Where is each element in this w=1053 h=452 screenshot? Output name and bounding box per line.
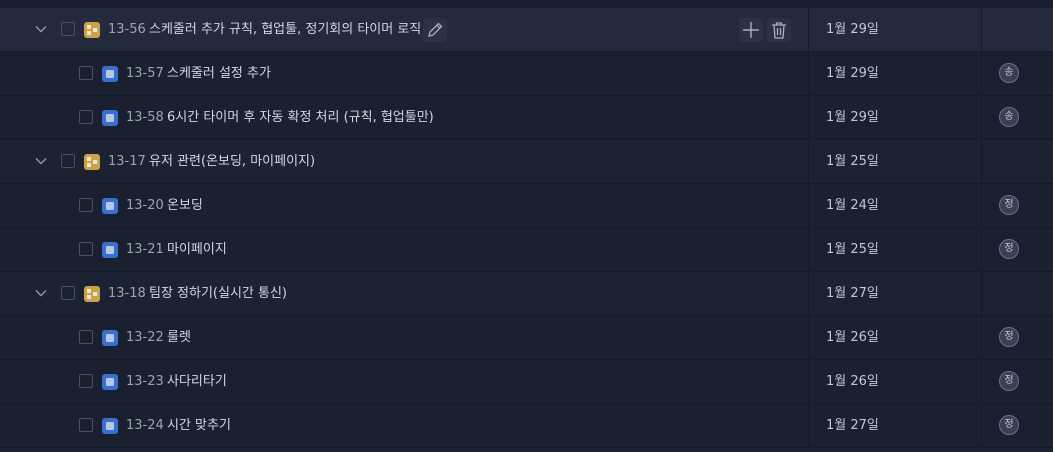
epic-type-icon <box>84 286 100 302</box>
epic-type-icon <box>84 22 100 38</box>
issue-key[interactable]: 13-20 <box>126 184 164 227</box>
trash-icon <box>772 22 786 39</box>
row-checkbox[interactable] <box>79 110 93 124</box>
issue-key[interactable]: 13-21 <box>126 228 164 271</box>
due-date[interactable]: 1월 26일 <box>808 360 981 403</box>
issue-list: 13-56 스케줄러 추가 규칙, 협업툴, 정기회의 타이머 로직 1월 29… <box>0 0 1053 452</box>
assignee-cell[interactable]: 정 <box>981 404 1053 447</box>
issue-cell: 13-57 스케줄러 설정 추가 <box>0 52 808 95</box>
issue-cell: 13-20 온보딩 <box>0 184 808 227</box>
task-row[interactable]: 13-21 마이페이지 1월 25일 정 <box>0 228 1053 272</box>
issue-key[interactable]: 13-22 <box>126 316 164 359</box>
issue-cell: 13-24 시간 맞추기 <box>0 404 808 447</box>
assignee-cell[interactable]: 정 <box>981 228 1053 271</box>
issue-cell: 13-22 룰렛 <box>0 316 808 359</box>
row-checkbox[interactable] <box>61 22 75 36</box>
issue-cell: 13-21 마이페이지 <box>0 228 808 271</box>
task-row[interactable]: 13-23 사다리타기 1월 26일 정 <box>0 360 1053 404</box>
epic-row[interactable]: 13-56 스케줄러 추가 규칙, 협업툴, 정기회의 타이머 로직 1월 29… <box>0 8 1053 52</box>
avatar[interactable]: 정 <box>999 371 1019 391</box>
task-row[interactable]: 13-20 온보딩 1월 24일 정 <box>0 184 1053 228</box>
chevron-down-icon[interactable] <box>35 23 47 35</box>
assignee-cell[interactable]: 정 <box>981 184 1053 227</box>
issue-cell: 13-17 유저 관련(온보딩, 마이페이지) <box>0 140 808 183</box>
row-checkbox[interactable] <box>61 154 75 168</box>
task-row[interactable]: 13-57 스케줄러 설정 추가 1월 29일 송 <box>0 52 1053 96</box>
add-subtask-button[interactable] <box>739 18 763 42</box>
issue-key[interactable]: 13-24 <box>126 404 164 447</box>
task-type-icon <box>102 418 118 434</box>
issue-title[interactable]: 온보딩 <box>167 184 203 227</box>
issue-title[interactable]: 룰렛 <box>167 316 191 359</box>
issue-title[interactable]: 유저 관련(온보딩, 마이페이지) <box>149 140 315 183</box>
avatar[interactable]: 정 <box>999 195 1019 215</box>
avatar[interactable]: 정 <box>999 327 1019 347</box>
epic-type-icon <box>84 154 100 170</box>
task-type-icon <box>102 66 118 82</box>
task-type-icon <box>102 330 118 346</box>
row-checkbox[interactable] <box>79 66 93 80</box>
edit-button[interactable] <box>423 18 447 42</box>
assignee-cell[interactable]: 정 <box>981 360 1053 403</box>
assignee-cell[interactable]: 정 <box>981 316 1053 359</box>
due-date[interactable]: 1월 27일 <box>808 404 981 447</box>
due-date[interactable]: 1월 27일 <box>808 272 981 315</box>
due-date[interactable]: 1월 25일 <box>808 140 981 183</box>
assignee-cell[interactable] <box>981 8 1053 51</box>
task-row[interactable]: 13-22 룰렛 1월 26일 정 <box>0 316 1053 360</box>
row-checkbox[interactable] <box>79 330 93 344</box>
avatar[interactable]: 송 <box>999 63 1019 83</box>
pencil-icon <box>428 22 443 37</box>
avatar[interactable]: 정 <box>999 239 1019 259</box>
due-date[interactable]: 1월 26일 <box>808 316 981 359</box>
plus-icon <box>743 22 759 38</box>
issue-title[interactable]: 사다리타기 <box>167 360 227 403</box>
task-type-icon <box>102 110 118 126</box>
issue-key[interactable]: 13-58 <box>126 96 164 139</box>
due-date[interactable]: 1월 29일 <box>808 52 981 95</box>
task-type-icon <box>102 198 118 214</box>
row-checkbox[interactable] <box>79 374 93 388</box>
issue-key[interactable]: 13-23 <box>126 360 164 403</box>
avatar[interactable]: 정 <box>999 415 1019 435</box>
task-type-icon <box>102 242 118 258</box>
assignee-cell[interactable]: 송 <box>981 96 1053 139</box>
issue-title[interactable]: 시간 맞추기 <box>167 404 231 447</box>
issue-title[interactable]: 마이페이지 <box>167 228 227 271</box>
task-row[interactable]: 13-58 6시간 타이머 후 자동 확정 처리 (규칙, 협업툴만) 1월 2… <box>0 96 1053 140</box>
avatar[interactable]: 송 <box>999 107 1019 127</box>
row-checkbox[interactable] <box>61 286 75 300</box>
issue-title[interactable]: 스케줄러 추가 규칙, 협업툴, 정기회의 타이머 로직 <box>149 8 421 51</box>
issue-key[interactable]: 13-56 <box>108 8 146 51</box>
issue-title[interactable]: 팀장 정하기(실시간 통신) <box>149 272 287 315</box>
assignee-cell[interactable] <box>981 140 1053 183</box>
task-row[interactable]: 13-24 시간 맞추기 1월 27일 정 <box>0 404 1053 448</box>
chevron-down-icon[interactable] <box>35 155 47 167</box>
issue-cell: 13-58 6시간 타이머 후 자동 확정 처리 (규칙, 협업툴만) <box>0 96 808 139</box>
issue-title[interactable]: 6시간 타이머 후 자동 확정 처리 (규칙, 협업툴만) <box>167 96 434 139</box>
issue-title[interactable]: 스케줄러 설정 추가 <box>167 52 271 95</box>
due-date[interactable]: 1월 29일 <box>808 8 981 51</box>
issue-key[interactable]: 13-17 <box>108 140 146 183</box>
due-date[interactable]: 1월 29일 <box>808 96 981 139</box>
row-checkbox[interactable] <box>79 242 93 256</box>
issue-key[interactable]: 13-18 <box>108 272 146 315</box>
row-checkbox[interactable] <box>79 198 93 212</box>
assignee-cell[interactable]: 송 <box>981 52 1053 95</box>
issue-cell: 13-18 팀장 정하기(실시간 통신) <box>0 272 808 315</box>
issue-key[interactable]: 13-57 <box>126 52 164 95</box>
epic-row[interactable]: 13-17 유저 관련(온보딩, 마이페이지) 1월 25일 <box>0 140 1053 184</box>
delete-button[interactable] <box>767 18 791 42</box>
chevron-down-icon[interactable] <box>35 287 47 299</box>
issue-cell: 13-56 스케줄러 추가 규칙, 협업툴, 정기회의 타이머 로직 <box>0 8 808 51</box>
epic-row[interactable]: 13-18 팀장 정하기(실시간 통신) 1월 27일 <box>0 272 1053 316</box>
assignee-cell[interactable] <box>981 272 1053 315</box>
due-date[interactable]: 1월 24일 <box>808 184 981 227</box>
row-checkbox[interactable] <box>79 418 93 432</box>
due-date[interactable]: 1월 25일 <box>808 228 981 271</box>
header-strip <box>0 0 1053 8</box>
issue-cell: 13-23 사다리타기 <box>0 360 808 403</box>
task-type-icon <box>102 374 118 390</box>
